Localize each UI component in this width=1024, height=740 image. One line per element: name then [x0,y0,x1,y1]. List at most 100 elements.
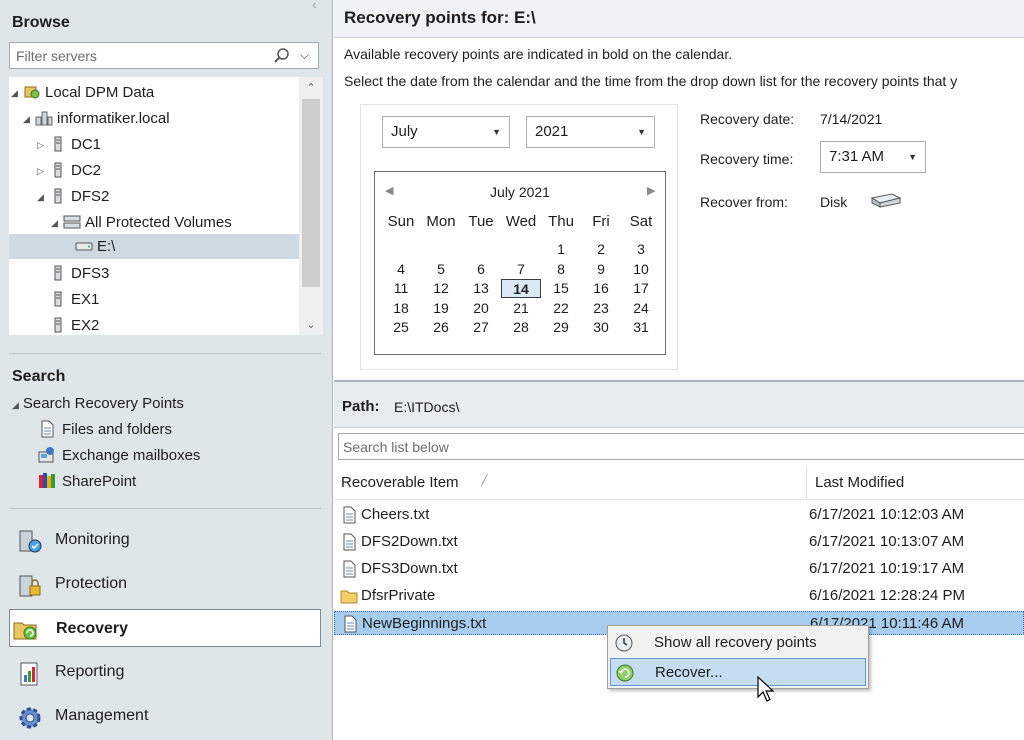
nav-recovery[interactable]: Recovery [9,609,321,647]
list-item[interactable]: DFS3Down.txt 6/17/2021 10:19:17 AM [334,557,1024,581]
nav-label: Monitoring [55,531,130,548]
collapse-arrow-icon[interactable]: ▷ [37,133,49,158]
search-sharepoint[interactable]: SharePoint [38,470,136,494]
nav-label: Recovery [56,620,129,637]
calendar-day[interactable]: 29 [541,318,581,337]
month-select[interactable]: July ▼ [382,116,510,148]
filter-servers-input[interactable] [10,43,265,68]
nav-protection[interactable]: Protection [9,565,321,603]
calendar-day[interactable]: 7 [501,260,541,279]
calendar-day[interactable]: 15 [541,279,581,298]
column-last-modified[interactable]: Last Modified [815,474,904,491]
recovery-points-title: Recovery points for: E:\ [344,8,536,27]
calendar-day[interactable]: 25 [381,318,421,337]
search-files-and-folders[interactable]: Files and folders [38,418,172,442]
expand-arrow-icon[interactable]: ◢ [11,81,23,106]
menu-item-recover[interactable]: Recover... [610,658,866,686]
dropdown-arrow-icon[interactable]: ▼ [492,117,501,147]
dropdown-arrow-icon[interactable]: ▼ [908,142,917,172]
collapse-pane-icon[interactable]: ‹ [312,0,317,12]
calendar-day[interactable]: 30 [581,318,621,337]
calendar-day[interactable]: 2 [581,240,621,259]
search-title: Search [12,368,66,385]
nav-label: Reporting [55,663,125,680]
calendar-title: July 2021 [490,184,550,200]
calendar-day[interactable]: 24 [621,299,661,318]
expand-arrow-icon[interactable]: ◢ [23,107,35,132]
path-bar: Path: E:\ITDocs\ [334,382,1024,428]
column-separator[interactable] [806,466,807,500]
column-recoverable-item[interactable]: Recoverable Item [341,474,459,491]
list-item[interactable]: Cheers.txt 6/17/2021 10:12:03 AM [334,503,1024,527]
list-item[interactable]: DfsrPrivate 6/16/2021 12:28:24 PM [334,584,1024,608]
chevron-down-icon[interactable]: ⌵ [300,48,309,63]
calendar-day[interactable]: 16 [581,279,621,298]
calendar-day[interactable]: 17 [621,279,661,298]
tree-node-dc2[interactable]: ▷ DC2 [37,158,101,183]
calendar-day[interactable]: 19 [421,299,461,318]
nav-reporting[interactable]: Reporting [9,653,321,691]
recovery-time-value: 7:31 AM [829,148,885,165]
calendar-day[interactable]: 5 [421,260,461,279]
server-tree: ◢ Local DPM Data ◢ informatiker.local ▷ DC1… [9,77,323,335]
calendar-day-selected[interactable]: 14 [501,279,541,298]
calendar-day[interactable]: 31 [621,318,661,337]
calendar-day[interactable]: 12 [421,279,461,298]
search-list-input[interactable] [339,434,1024,459]
scroll-up-icon[interactable]: ⌃ [299,81,323,94]
sort-indicator-icon: ╱ [481,475,488,487]
calendar-day[interactable]: 6 [461,260,501,279]
text-file-icon [344,615,357,633]
search-recovery-points-node[interactable]: ◢ Search Recovery Points [12,392,184,416]
tree-node-informatiker-local[interactable]: ◢ informatiker.local [23,106,170,131]
tree-node-dfs2[interactable]: ◢ DFS2 [37,184,109,209]
calendar-day[interactable]: 9 [581,260,621,279]
list-item[interactable]: DFS2Down.txt 6/17/2021 10:13:07 AM [334,530,1024,554]
calendar-day[interactable]: 3 [621,240,661,259]
calendar-day[interactable]: 23 [581,299,621,318]
calendar-day[interactable]: 27 [461,318,501,337]
calendar-day[interactable]: 28 [501,318,541,337]
collapse-arrow-icon[interactable]: ▷ [37,159,49,184]
tree-node-dc1[interactable]: ▷ DC1 [37,132,101,157]
next-month-icon[interactable]: ▶ [647,184,655,197]
item-name: DFS3Down.txt [361,560,458,577]
scroll-thumb[interactable] [302,99,320,287]
menu-item-show-all-recovery-points[interactable]: Show all recovery points [610,629,866,657]
search-list-box[interactable] [338,433,1024,460]
expand-arrow-icon[interactable]: ◢ [51,211,63,236]
tree-scrollbar[interactable]: ⌃ ⌄ [299,77,323,335]
calendar-day[interactable]: 26 [421,318,461,337]
year-select[interactable]: 2021 ▼ [526,116,655,148]
scroll-down-icon[interactable]: ⌄ [299,318,323,331]
tree-node-dfs3[interactable]: DFS3 [37,261,109,286]
recovery-time-select[interactable]: 7:31 AM ▼ [820,141,926,173]
sharepoint-icon [39,473,55,489]
tree-node-ex2[interactable]: EX2 [37,313,99,335]
tree-node-ex1[interactable]: EX1 [37,287,99,312]
calendar-day[interactable]: 4 [381,260,421,279]
calendar-day[interactable]: 8 [541,260,581,279]
dropdown-arrow-icon[interactable]: ▼ [637,117,646,147]
nav-management[interactable]: Management [9,697,321,735]
expand-arrow-icon[interactable]: ◢ [37,185,49,210]
calendar-day[interactable]: 10 [621,260,661,279]
search-icon[interactable] [272,46,292,66]
calendar-day[interactable]: 18 [381,299,421,318]
navigation-pane: ‹ Browse ⌵ ◢ Local DPM Data ◢ informatiker… [0,0,333,740]
calendar-day[interactable]: 22 [541,299,581,318]
calendar-day[interactable]: 1 [541,240,581,259]
expand-arrow-icon[interactable]: ◢ [12,400,19,410]
calendar-day[interactable]: 13 [461,279,501,298]
weekday-label: Sat [629,213,653,230]
tree-node-all-protected-volumes[interactable]: ◢ All Protected Volumes [51,210,232,235]
nav-monitoring[interactable]: Monitoring [9,521,321,559]
calendar-day[interactable]: 20 [461,299,501,318]
filter-servers-box[interactable]: ⌵ [9,42,319,69]
calendar-day[interactable]: 21 [501,299,541,318]
tree-node-e-drive[interactable]: E:\ [9,234,299,259]
divider [9,353,321,354]
tree-node-local-dpm-data[interactable]: ◢ Local DPM Data [11,80,154,105]
calendar-day[interactable]: 11 [381,279,421,298]
search-exchange-mailboxes[interactable]: Exchange mailboxes [38,444,200,468]
